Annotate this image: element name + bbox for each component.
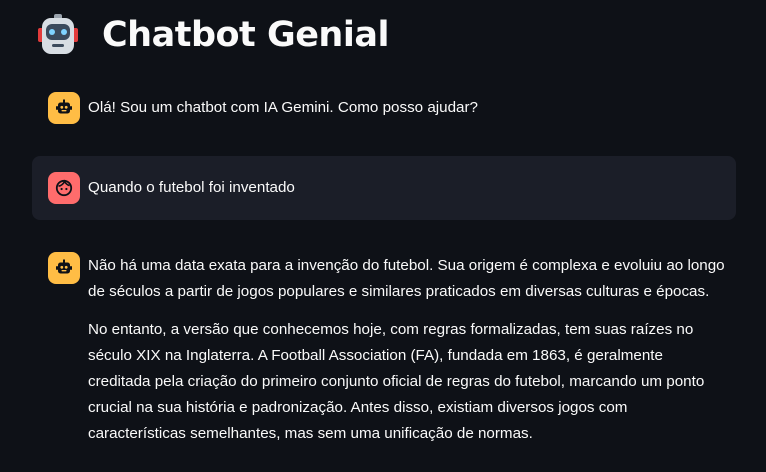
face-icon <box>55 179 73 197</box>
assistant-avatar <box>48 92 80 124</box>
smart-toy-icon <box>56 259 72 274</box>
message-paragraph: Olá! Sou um chatbot com IA Gemini. Como … <box>88 99 479 116</box>
page-title: Chatbot Genial <box>102 15 389 55</box>
user-avatar <box>48 172 80 204</box>
chat-page: Chatbot Genial Olá! Sou um chatbot com I… <box>0 0 766 472</box>
smart-toy-icon <box>56 99 72 114</box>
chat-message-user: Quando o futebol foi inventado <box>32 156 736 220</box>
message-content: Olá! Sou um chatbot com IA Gemini. Como … <box>88 95 728 121</box>
message-content: Quando o futebol foi inventado <box>88 175 728 201</box>
message-content: Não há uma data exata para a invenção do… <box>88 253 728 447</box>
page-header: Chatbot Genial <box>38 12 389 58</box>
chat-message-assistant: Não há uma data exata para a invenção do… <box>32 244 736 458</box>
message-paragraph: Não há uma data exata para a invenção do… <box>88 257 725 300</box>
chat-message-assistant: Olá! Sou um chatbot com IA Gemini. Como … <box>32 84 736 132</box>
message-paragraph: No entanto, a versão que conhecemos hoje… <box>88 321 705 442</box>
assistant-avatar <box>48 252 80 284</box>
message-paragraph: Quando o futebol foi inventado <box>88 179 295 196</box>
robot-face-icon <box>38 14 78 54</box>
